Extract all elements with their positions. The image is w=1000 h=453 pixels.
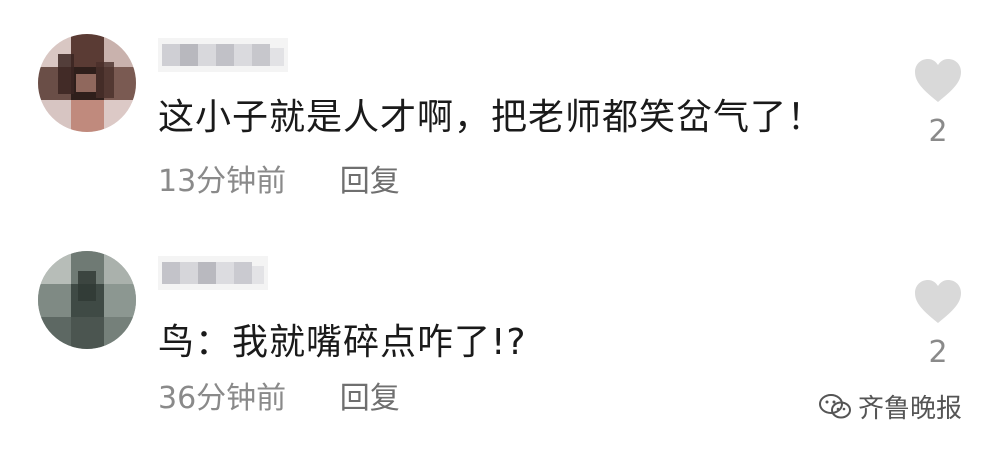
comment-item: 这小子就是人才啊，把老师都笑岔气了！ 13分钟前 回复 2 — [0, 0, 1000, 210]
pixelated-avatar-icon — [38, 34, 136, 132]
like-count: 2 — [928, 114, 948, 149]
like-count: 2 — [928, 335, 948, 370]
comment-meta: 36分钟前 回复 — [158, 373, 400, 417]
pixelated-username-icon — [158, 256, 268, 290]
watermark-text: 齐鲁晚报 — [858, 394, 963, 424]
heart-icon — [915, 59, 961, 102]
username[interactable] — [158, 38, 288, 72]
reply-button[interactable]: 回复 — [340, 164, 400, 199]
comment-list: 这小子就是人才啊，把老师都笑岔气了！ 13分钟前 回复 2 鸟：我就嘴碎点咋了!… — [0, 0, 1000, 453]
like-button[interactable]: 2 — [912, 58, 964, 149]
avatar[interactable] — [38, 251, 136, 349]
avatar[interactable] — [38, 34, 136, 132]
comment-text: 这小子就是人才啊，把老师都笑岔气了！ — [158, 97, 825, 138]
username[interactable] — [158, 256, 268, 290]
comment-text: 鸟：我就嘴碎点咋了!? — [158, 322, 527, 363]
reply-button[interactable]: 回复 — [340, 381, 400, 416]
wechat-icon — [819, 393, 851, 418]
comment-time: 13分钟前 — [158, 164, 287, 199]
comment-meta: 13分钟前 回复 — [158, 156, 400, 200]
heart-icon — [915, 280, 961, 323]
pixelated-username-icon — [158, 38, 288, 72]
watermark: 齐鲁晚报 — [818, 388, 962, 425]
pixelated-avatar-icon — [38, 251, 136, 349]
comment-time: 36分钟前 — [158, 381, 287, 416]
like-button[interactable]: 2 — [912, 279, 964, 370]
